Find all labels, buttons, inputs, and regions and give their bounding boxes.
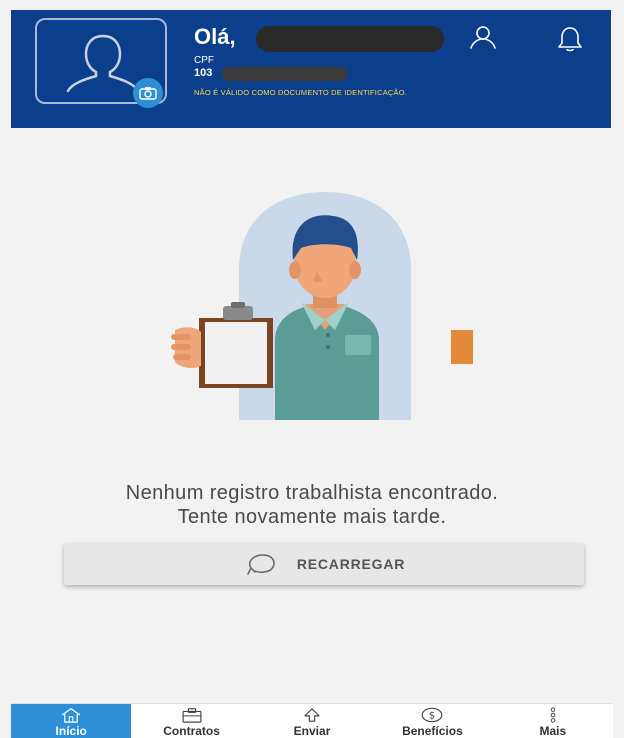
more-vertical-icon [550, 707, 556, 723]
cpf-label: CPF [194, 55, 214, 66]
user-silhouette-icon [66, 34, 140, 93]
nav-item-mais[interactable]: Mais [493, 704, 613, 738]
redacted-cpf [222, 67, 348, 81]
nav-label-mais: Mais [539, 724, 567, 738]
nav-label-enviar: Enviar [293, 724, 331, 738]
nav-item-contratos[interactable]: Contratos [131, 704, 251, 738]
refresh-icon [247, 554, 275, 575]
nav-label-beneficios: Benefícios [402, 724, 463, 738]
bottom-navigation: Início Contratos Enviar $ Benefícios Mai… [11, 703, 613, 738]
profile-icon[interactable] [467, 24, 499, 52]
svg-text:$: $ [429, 711, 435, 722]
identification-warning: NÃO É VÁLIDO COMO DOCUMENTO DE IDENTIFIC… [194, 88, 408, 97]
greeting-text: Olá, [194, 24, 236, 49]
camera-icon [139, 87, 157, 100]
worker-illustration [171, 192, 473, 420]
profile-header: Olá, CPF 103 NÃO É VÁLIDO COMO DOCUMENTO… [11, 10, 611, 128]
empty-message-line2: Tente novamente mais tarde. [177, 506, 447, 528]
nav-item-beneficios[interactable]: $ Benefícios [372, 704, 492, 738]
reload-button[interactable]: RECARREGAR [64, 543, 584, 585]
upload-icon [304, 708, 320, 722]
nav-item-inicio[interactable]: Início [11, 704, 132, 738]
reload-label: RECARREGAR [296, 556, 406, 572]
dollar-icon: $ [422, 707, 443, 723]
empty-message-line1: Nenhum registro trabalhista encontrado. [125, 482, 499, 504]
nav-label-inicio: Início [55, 724, 87, 738]
nav-label-contratos: Contratos [163, 724, 220, 738]
camera-button[interactable] [133, 78, 163, 108]
redacted-name [256, 26, 444, 52]
bell-icon[interactable] [555, 24, 585, 54]
cpf-value: 103 [194, 67, 213, 79]
nav-item-enviar[interactable]: Enviar [252, 704, 372, 738]
briefcase-icon [182, 708, 202, 723]
home-icon [61, 708, 81, 723]
